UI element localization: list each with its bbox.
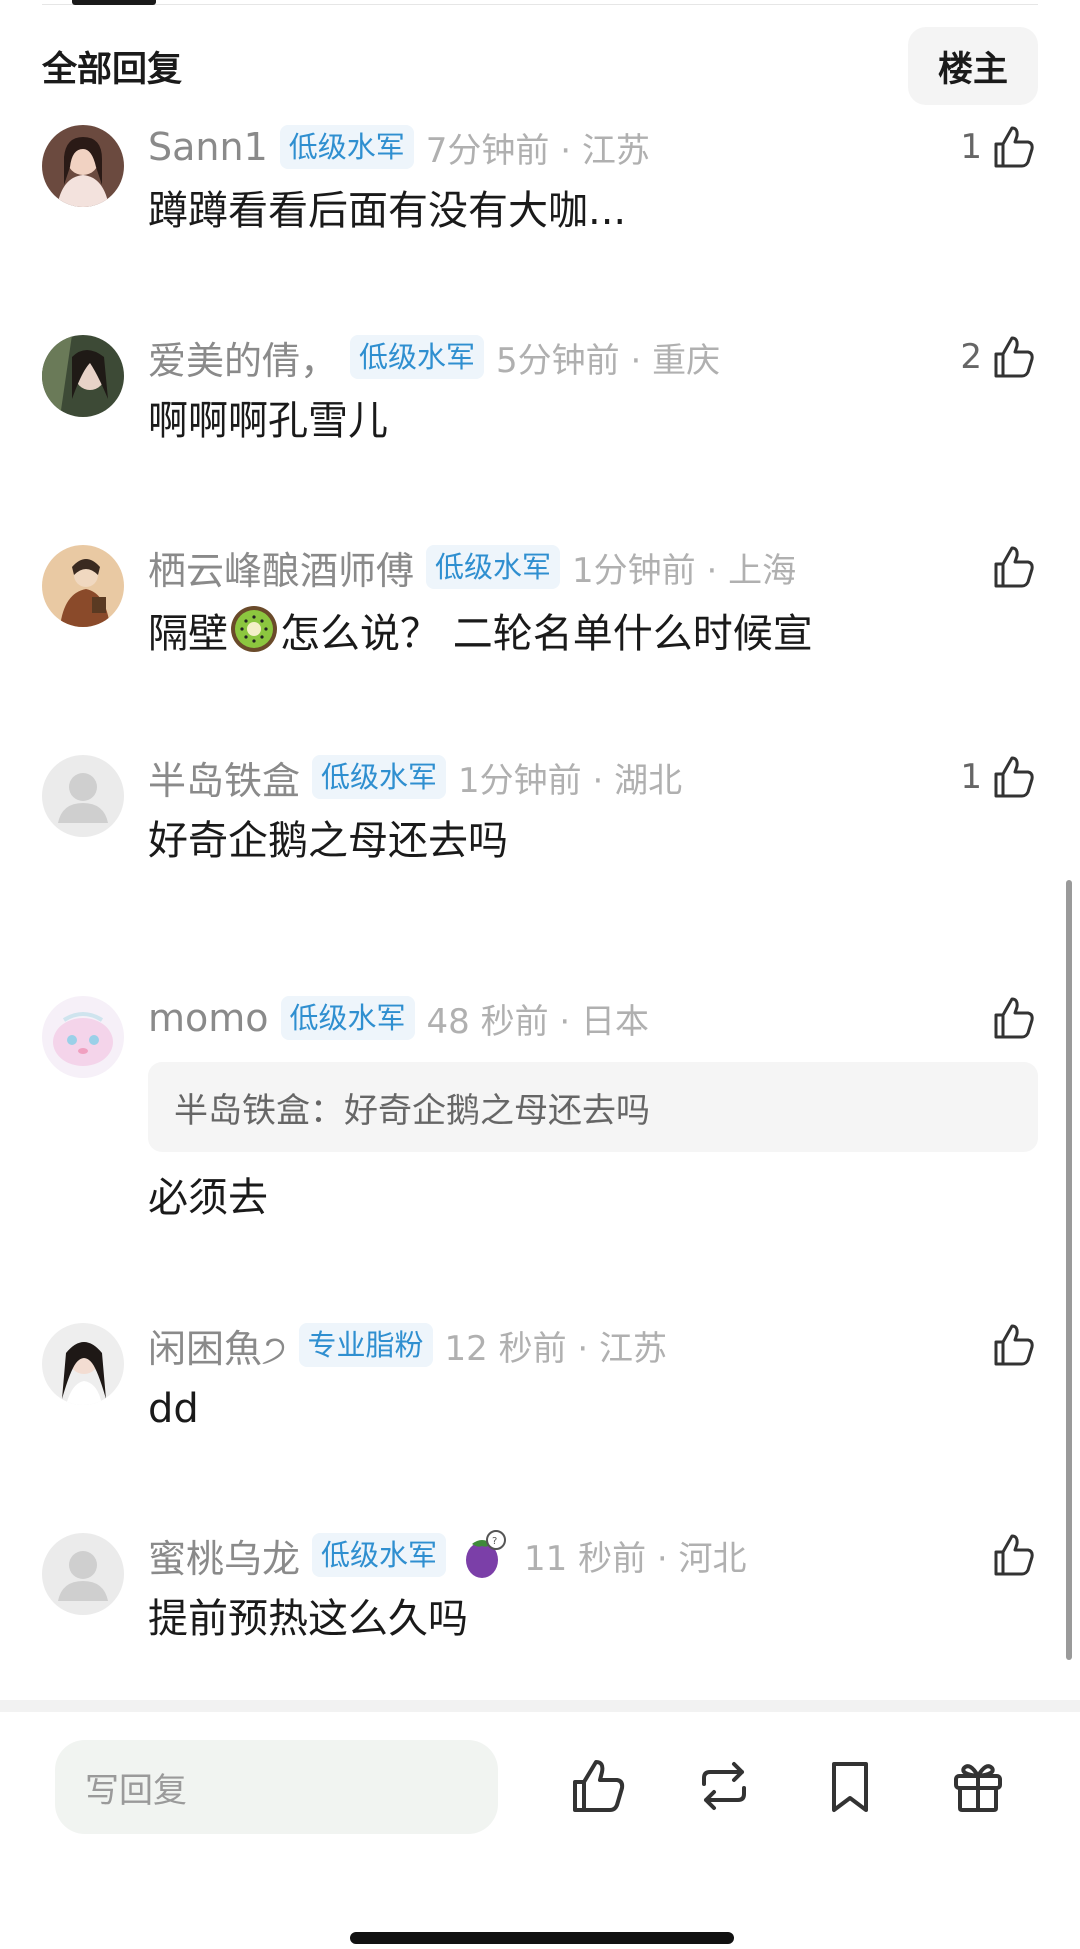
thumbs-up-icon bbox=[994, 126, 1034, 168]
comment-item[interactable]: 栖云峰酿酒师傅 低级水军 1分钟前 · 上海 隔壁 怎么说？ 二轮名单什么时候宣 bbox=[0, 537, 1080, 657]
timestamp-location: 11 秒前 · 河北 bbox=[524, 1538, 747, 1579]
comment-text: dd bbox=[148, 1386, 199, 1432]
op-only-button[interactable]: 楼主 bbox=[908, 27, 1038, 105]
like-button[interactable]: 1 bbox=[960, 747, 1038, 807]
bookmark-icon[interactable] bbox=[818, 1754, 882, 1818]
user-badge: 专业脂粉 bbox=[298, 1323, 433, 1367]
repost-icon[interactable] bbox=[692, 1754, 756, 1818]
quoted-reply[interactable]: 半岛铁盒：好奇企鹅之母还去吗 bbox=[148, 1062, 1038, 1152]
user-badge: 低级水军 bbox=[279, 125, 414, 169]
bottom-action-bar: 写回复 bbox=[0, 1700, 1080, 1949]
like-button[interactable] bbox=[982, 537, 1038, 597]
gift-icon[interactable] bbox=[946, 1754, 1010, 1818]
comment-item[interactable]: 闲困魚੭ 专业脂粉 12 秒前 · 江苏 dd bbox=[0, 1315, 1080, 1435]
comment-text: 必须去 bbox=[148, 1175, 268, 1221]
comment-text-part: 怎么说？ 二轮名单什么时候宣 bbox=[280, 611, 813, 657]
username[interactable]: 蜜桃乌龙 bbox=[148, 1528, 300, 1583]
tab-indicator bbox=[72, 0, 156, 5]
username[interactable]: 闲困魚੭ bbox=[148, 1318, 287, 1373]
like-button[interactable] bbox=[982, 1525, 1038, 1585]
comment-item[interactable]: 爱美的倩， 低级水军 5分钟前 · 重庆 啊啊啊孔雪儿 2 bbox=[0, 327, 1080, 447]
username[interactable]: 半岛铁盒 bbox=[148, 750, 300, 805]
thumbs-up-icon[interactable] bbox=[565, 1754, 629, 1818]
user-badge: 低级水军 bbox=[426, 545, 561, 589]
username[interactable]: Sann1 bbox=[148, 125, 268, 169]
thumbs-up-icon bbox=[994, 1324, 1034, 1366]
timestamp-location: 7分钟前 · 江苏 bbox=[425, 130, 650, 171]
home-indicator[interactable] bbox=[350, 1932, 734, 1944]
comment-text: 啊啊啊孔雪儿 bbox=[148, 398, 388, 444]
like-button[interactable] bbox=[982, 988, 1038, 1048]
comment-item[interactable]: 蜜桃乌龙 低级水军 ? 11 秒前 · 河北 提前预热这么久吗 bbox=[0, 1525, 1080, 1645]
avatar[interactable] bbox=[42, 545, 124, 627]
avatar[interactable] bbox=[42, 125, 124, 207]
username[interactable]: 爱美的倩， bbox=[148, 330, 338, 385]
timestamp-location: 1分钟前 · 湖北 bbox=[458, 760, 683, 801]
comment-text: 提前预热这么久吗 bbox=[148, 1596, 468, 1642]
thumbs-up-icon bbox=[994, 546, 1034, 588]
comment-item[interactable]: momo 低级水军 48 秒前 · 日本 半岛铁盒：好奇企鹅之母还去吗 必须去 bbox=[0, 988, 1080, 1228]
comment-item[interactable]: 半岛铁盒 低级水军 1分钟前 · 湖北 好奇企鹅之母还去吗 1 bbox=[0, 747, 1080, 867]
timestamp-location: 12 秒前 · 江苏 bbox=[444, 1328, 668, 1369]
like-button[interactable]: 2 bbox=[960, 327, 1038, 387]
comment-text: 隔壁 怎么说？ 二轮名单什么时候宣 bbox=[148, 603, 813, 662]
user-badge: 低级水军 bbox=[312, 1533, 447, 1577]
top-divider bbox=[42, 4, 1038, 5]
timestamp-location: 5分钟前 · 重庆 bbox=[496, 340, 721, 381]
svg-text:?: ? bbox=[492, 1536, 497, 1547]
username[interactable]: momo bbox=[148, 996, 269, 1040]
eggplant-medal-icon: ? bbox=[466, 1530, 507, 1578]
avatar[interactable] bbox=[42, 996, 124, 1078]
like-button[interactable]: 1 bbox=[960, 117, 1038, 177]
username[interactable]: 栖云峰酿酒师傅 bbox=[148, 540, 414, 595]
comment-text-part: 隔壁 bbox=[148, 611, 228, 657]
timestamp-location: 1分钟前 · 上海 bbox=[572, 550, 797, 591]
like-count: 1 bbox=[960, 127, 982, 167]
scrollbar[interactable] bbox=[1066, 880, 1072, 1660]
reply-input[interactable]: 写回复 bbox=[55, 1740, 498, 1834]
avatar[interactable] bbox=[42, 755, 124, 837]
like-count: 2 bbox=[960, 337, 982, 377]
timestamp-location: 48 秒前 · 日本 bbox=[426, 1001, 650, 1042]
kiwi-emoji-icon bbox=[231, 606, 277, 652]
avatar[interactable] bbox=[42, 1533, 124, 1615]
replies-header: 全部回复 楼主 bbox=[42, 26, 1038, 106]
user-badge: 低级水军 bbox=[280, 996, 415, 1040]
comment-item[interactable]: Sann1 低级水军 7分钟前 · 江苏 蹲蹲看看后面有没有大咖... 1 bbox=[0, 117, 1080, 237]
avatar[interactable] bbox=[42, 335, 124, 417]
avatar[interactable] bbox=[42, 1323, 124, 1405]
user-badge: 低级水军 bbox=[350, 335, 485, 379]
thumbs-up-icon bbox=[994, 336, 1034, 378]
page-title: 全部回复 bbox=[42, 49, 183, 90]
like-button[interactable] bbox=[982, 1315, 1038, 1375]
comment-text: 蹲蹲看看后面有没有大咖... bbox=[148, 188, 627, 234]
like-count: 1 bbox=[960, 757, 982, 797]
comment-text: 好奇企鹅之母还去吗 bbox=[148, 818, 508, 864]
user-badge: 低级水军 bbox=[312, 755, 447, 799]
thumbs-up-icon bbox=[994, 1534, 1034, 1576]
thumbs-up-icon bbox=[994, 997, 1034, 1039]
thumbs-up-icon bbox=[994, 756, 1034, 798]
